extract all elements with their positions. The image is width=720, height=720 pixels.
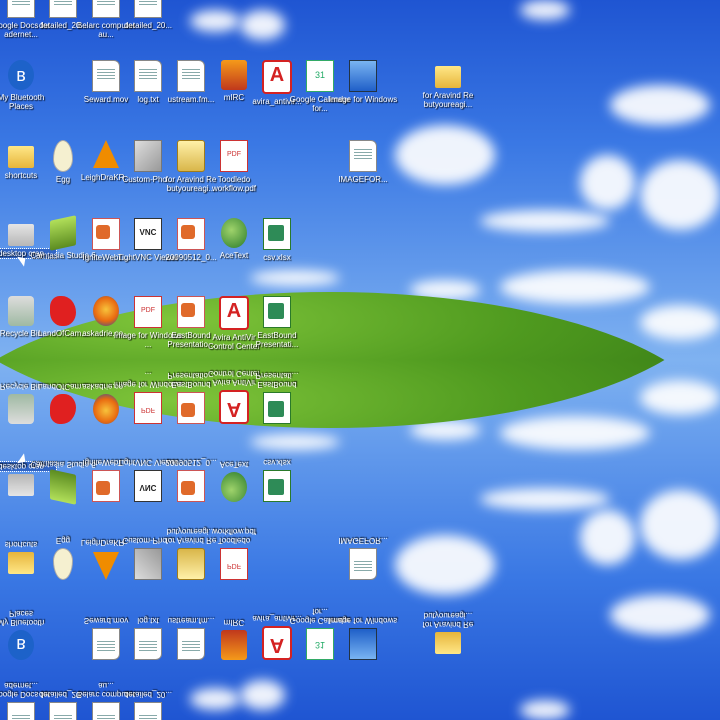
cloud: [580, 155, 635, 210]
cloud: [480, 210, 610, 232]
icon-label: Image for Windows: [328, 616, 398, 625]
desktop[interactable]: Google Docs for adernet... detailed_20..…: [0, 0, 720, 720]
icon-label: for Aravind Re butyoureagi...: [422, 611, 474, 629]
desktop-icon-reflection: EastBound Presentati...: [242, 371, 312, 424]
bluetooth-icon: ʙ: [8, 60, 34, 90]
excel-icon: [263, 218, 291, 250]
cloud-reflection: [580, 510, 635, 565]
desktop-icon-reflection: IMAGEFOR...: [328, 536, 398, 580]
cloud: [190, 10, 240, 32]
cloud: [520, 0, 570, 20]
desktop-icon-reflection: for Aravind Re butyoureagi...: [413, 611, 483, 660]
desktop-icon-reflection: Toodledo workflow.pdf: [199, 527, 269, 580]
cloud-reflection: [395, 535, 495, 595]
folder-icon: [435, 66, 461, 88]
cloud: [395, 125, 495, 185]
cloud-reflection: [240, 680, 285, 710]
desktop-upper: Google Docs for adernet... detailed_20..…: [0, 0, 720, 360]
icon-label: Image for Windows: [328, 95, 398, 104]
cloud-reflection: [520, 700, 570, 720]
image-file-icon: [349, 140, 377, 172]
cloud-reflection: [190, 688, 240, 710]
cloud: [640, 160, 720, 230]
icon-label: IMAGEFOR...: [338, 536, 388, 545]
icon-label: for Aravind Re butyoureagi...: [422, 91, 474, 109]
desktop-icon-reflection: detailed_20...: [113, 690, 183, 720]
desktop-mirror-reflection: Google Docs for adernet... detailed_20..…: [0, 360, 720, 720]
desktop-icon[interactable]: for Aravind Re butyoureagi...: [413, 60, 483, 109]
icon-label: csv.xlsx: [263, 458, 291, 467]
desktop-icon[interactable]: ʙ My Bluetooth Places: [0, 60, 56, 111]
icon-label: My Bluetooth Places: [0, 93, 45, 111]
cloud: [500, 270, 650, 304]
doc-icon: [134, 0, 162, 18]
desktop-icon[interactable]: EastBound Presentati...: [242, 296, 312, 349]
icon-label: EastBound Presentati...: [255, 371, 299, 389]
excel-icon: [263, 392, 291, 424]
desktop-icon[interactable]: Toodledo workflow.pdf: [199, 140, 269, 193]
icon-label: EastBound Presentati...: [255, 331, 299, 349]
cloud: [250, 270, 340, 286]
desktop-icon[interactable]: csv.xlsx: [242, 218, 312, 262]
pdf-icon: [220, 140, 248, 172]
excel-icon: [263, 296, 291, 328]
cloud: [640, 305, 720, 340]
icon-label: detailed_20...: [123, 690, 173, 699]
cloud: [240, 10, 285, 40]
bluetooth-icon: ʙ: [8, 630, 34, 660]
image-for-windows-icon: [349, 628, 377, 660]
cloud-reflection: [500, 416, 650, 450]
desktop-icon[interactable]: Image for Windows: [328, 60, 398, 104]
egg-icon: [53, 548, 73, 580]
doc-icon: [134, 702, 162, 720]
cloud-reflection: [480, 488, 610, 510]
cloud-reflection: [640, 490, 720, 560]
icon-label: IMAGEFOR...: [338, 175, 388, 184]
image-for-windows-icon: [349, 60, 377, 92]
desktop-icon[interactable]: IMAGEFOR...: [328, 140, 398, 184]
desktop-icon[interactable]: detailed_20...: [113, 0, 183, 30]
desktop-icon-reflection: Image for Windows: [328, 616, 398, 660]
excel-icon: [263, 470, 291, 502]
image-file-icon: [349, 548, 377, 580]
pdf-icon: [220, 548, 248, 580]
cloud-reflection: [250, 434, 340, 450]
icon-label: Toodledo workflow.pdf: [211, 175, 257, 193]
desktop-icon-reflection: ʙ My Bluetooth Places: [0, 609, 56, 660]
icon-label: Toodledo workflow.pdf: [211, 527, 257, 545]
egg-icon: [53, 140, 73, 172]
icon-label: csv.xlsx: [263, 253, 291, 262]
cloud-reflection: [640, 380, 720, 415]
folder-icon: [435, 632, 461, 654]
cloud: [610, 85, 710, 125]
icon-label: detailed_20...: [123, 21, 173, 30]
cloud-reflection: [610, 595, 710, 635]
icon-label: My Bluetooth Places: [0, 609, 45, 627]
desktop-icon-reflection: csv.xlsx: [242, 458, 312, 502]
